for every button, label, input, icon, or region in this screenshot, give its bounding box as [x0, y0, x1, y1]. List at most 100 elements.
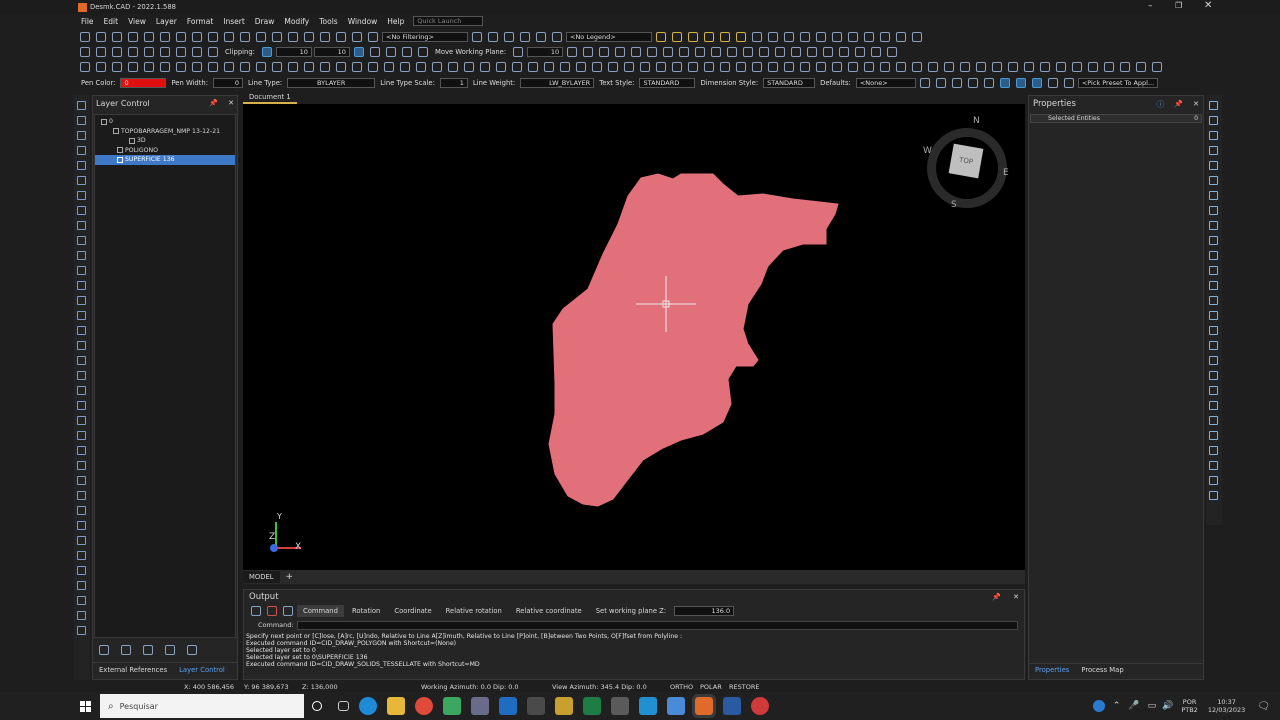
legend-dropdown[interactable]: <No Legend>: [566, 31, 652, 42]
draw-tool-icon[interactable]: [77, 101, 86, 110]
draw-tool-icon[interactable]: [77, 581, 86, 590]
zoom-icon[interactable]: [128, 46, 138, 57]
draw-tool-icon[interactable]: [880, 61, 890, 72]
draw-tool-icon[interactable]: [848, 61, 858, 72]
filter-icon[interactable]: [352, 31, 362, 42]
layer-tree-item[interactable]: TOPOBARRAGEM_NMP 13-12-21: [95, 127, 235, 137]
draw-tool-icon[interactable]: [77, 191, 86, 200]
draw-tool-icon[interactable]: [272, 61, 282, 72]
text-style-dropdown[interactable]: STANDARD: [639, 77, 696, 88]
view-tool-icon[interactable]: [1209, 491, 1218, 500]
defaults-dropdown[interactable]: <None>: [855, 77, 916, 88]
menu-help[interactable]: Help: [382, 17, 409, 26]
clock[interactable]: 10:37 12/03/2023: [1208, 698, 1245, 714]
pen-width-input[interactable]: 0: [212, 77, 243, 88]
filter-icon[interactable]: [288, 31, 298, 42]
view-tool-icon[interactable]: [1209, 221, 1218, 230]
view-tool-icon[interactable]: [1209, 341, 1218, 350]
draw-tool-icon[interactable]: [1056, 61, 1066, 72]
draw-tool-icon[interactable]: [720, 61, 730, 72]
draw-tool-icon[interactable]: [77, 416, 86, 425]
draw-tool-icon[interactable]: [704, 61, 714, 72]
view-tool-icon[interactable]: [1209, 236, 1218, 245]
tool-icon[interactable]: [919, 77, 930, 88]
draw-tool-icon[interactable]: [77, 401, 86, 410]
draw-tool-icon[interactable]: [77, 386, 86, 395]
tab-coordinate[interactable]: Coordinate: [388, 605, 437, 617]
draw-tool-icon[interactable]: [976, 61, 986, 72]
view-tool-icon[interactable]: [1209, 161, 1218, 170]
draw-tool-icon[interactable]: [752, 61, 762, 72]
view-tool-icon[interactable]: [1209, 101, 1218, 110]
layout-icon[interactable]: [1031, 77, 1042, 88]
view-tool-icon[interactable]: [1209, 146, 1218, 155]
filter-icon[interactable]: [536, 31, 546, 42]
draw-tool-icon[interactable]: [992, 61, 1002, 72]
draw-tool-icon[interactable]: [77, 236, 86, 245]
zoom-icon[interactable]: [160, 46, 170, 57]
clear-icon[interactable]: [267, 606, 277, 616]
draw-tool-icon[interactable]: [688, 61, 698, 72]
draw-tool-icon[interactable]: [656, 61, 666, 72]
quick-launch-input[interactable]: Quick Launch: [413, 16, 484, 26]
clip-icon[interactable]: [261, 46, 272, 57]
draw-tool-icon[interactable]: [544, 61, 554, 72]
draw-tool-icon[interactable]: [256, 61, 266, 72]
view-tool-icon[interactable]: [1209, 206, 1218, 215]
info-icon[interactable]: ⓘ: [1156, 99, 1164, 110]
draw-tool-icon[interactable]: [784, 61, 794, 72]
app-icon[interactable]: [751, 697, 769, 715]
draw-tool-icon[interactable]: [736, 61, 746, 72]
view-icon[interactable]: [385, 46, 396, 57]
draw-tool-icon[interactable]: [352, 61, 362, 72]
print-icon[interactable]: [208, 31, 218, 42]
tab-external-references[interactable]: External References: [93, 664, 173, 676]
layer-tool-icon[interactable]: [121, 645, 131, 655]
close-icon[interactable]: ✕: [228, 99, 234, 107]
excel-icon[interactable]: [583, 697, 601, 715]
menu-modify[interactable]: Modify: [279, 17, 314, 26]
pin-icon[interactable]: 📌: [1174, 100, 1183, 108]
draw-tool-icon[interactable]: [1008, 61, 1018, 72]
layer-icon[interactable]: [672, 31, 682, 42]
redo-icon[interactable]: [192, 31, 202, 42]
taskbar-search[interactable]: ⌕ Pesquisar: [100, 694, 304, 718]
snap-icon[interactable]: [791, 46, 802, 57]
draw-tool-icon[interactable]: [928, 61, 938, 72]
tool-icon[interactable]: [951, 77, 962, 88]
snap-icon[interactable]: [583, 46, 594, 57]
snap-icon[interactable]: [727, 46, 738, 57]
tab-relative-coordinate[interactable]: Relative coordinate: [510, 605, 588, 617]
draw-tool-icon[interactable]: [432, 61, 442, 72]
draw-tool-icon[interactable]: [864, 61, 874, 72]
filter-icon[interactable]: [488, 31, 498, 42]
view-tool-icon[interactable]: [1209, 446, 1218, 455]
draw-tool-icon[interactable]: [528, 61, 538, 72]
snap-icon[interactable]: [615, 46, 626, 57]
view-tool-icon[interactable]: [1209, 251, 1218, 260]
snap-icon[interactable]: [839, 46, 850, 57]
tool-icon[interactable]: [784, 31, 794, 42]
app-icon[interactable]: [443, 697, 461, 715]
draw-tool-icon[interactable]: [77, 491, 86, 500]
draw-tool-icon[interactable]: [1104, 61, 1114, 72]
cortana-icon[interactable]: [312, 701, 322, 711]
command-input[interactable]: [296, 620, 1018, 630]
layer-tree-item[interactable]: 0: [95, 117, 235, 127]
pick-preset-dropdown[interactable]: <Pick Preset To Appl...: [1077, 77, 1158, 88]
app-icon[interactable]: [555, 697, 573, 715]
zoom-icon[interactable]: [96, 46, 106, 57]
app-icon[interactable]: [723, 697, 741, 715]
view-tool-icon[interactable]: [1209, 356, 1218, 365]
layer-tool-icon[interactable]: [99, 645, 109, 655]
snap-icon[interactable]: [663, 46, 674, 57]
microphone-icon[interactable]: 🎤: [1128, 701, 1139, 711]
draw-tool-icon[interactable]: [768, 61, 778, 72]
new-icon[interactable]: [80, 31, 90, 42]
view-tool-icon[interactable]: [1209, 476, 1218, 485]
filter-icon[interactable]: [272, 31, 282, 42]
draw-tool-icon[interactable]: [77, 281, 86, 290]
tab-process-map[interactable]: Process Map: [1075, 664, 1129, 676]
draw-tool-icon[interactable]: [1024, 61, 1034, 72]
view-tool-icon[interactable]: [1209, 431, 1218, 440]
